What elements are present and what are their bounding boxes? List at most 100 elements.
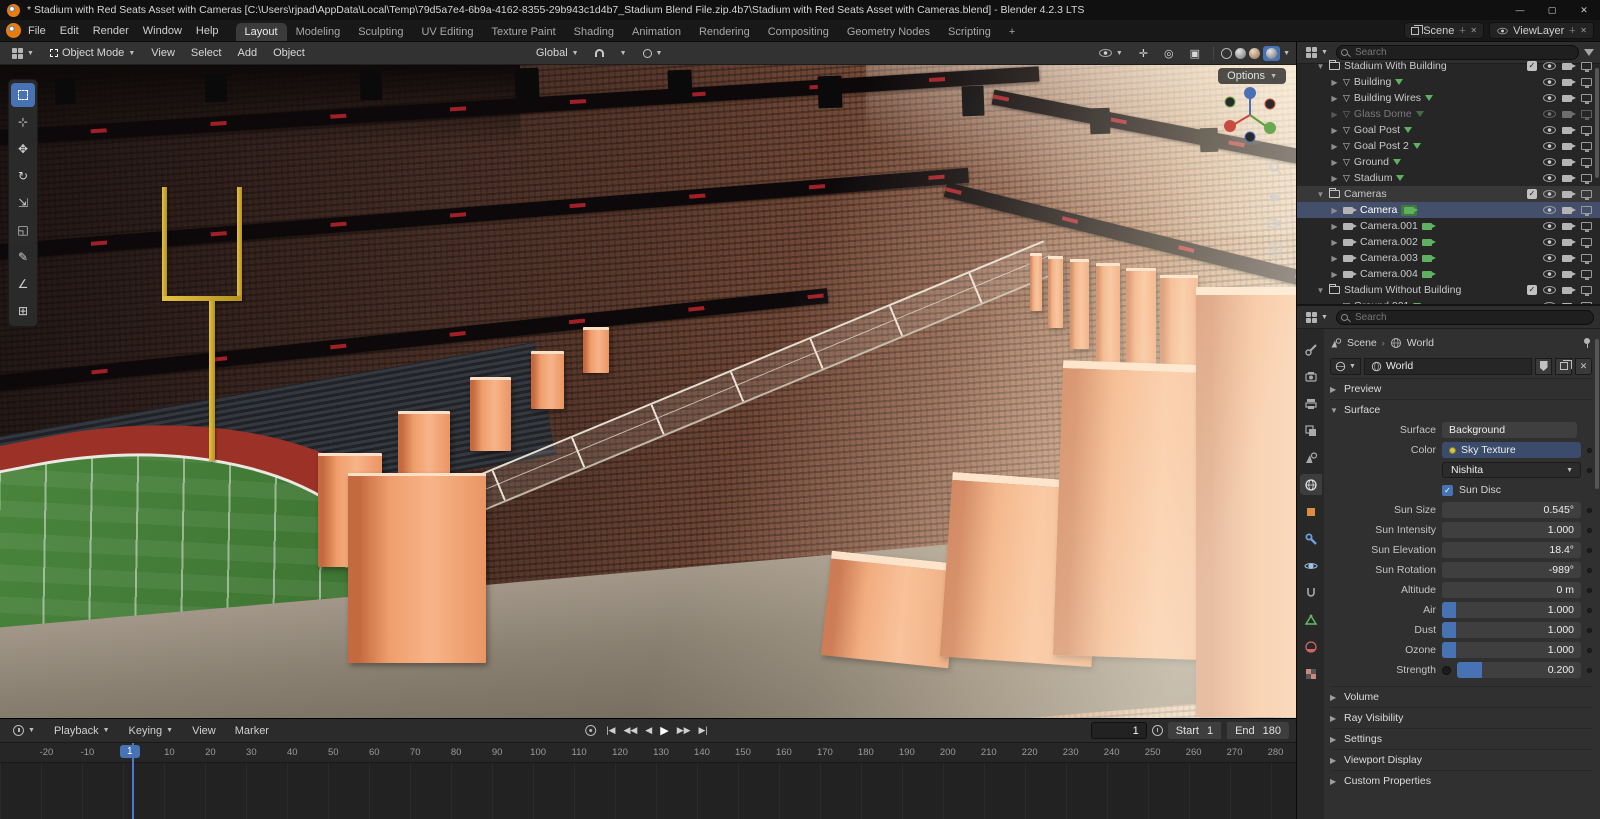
- tab-animation[interactable]: Animation: [623, 23, 690, 41]
- timeline-view-menu[interactable]: View: [186, 723, 222, 739]
- viewport-visibility-icon[interactable]: [1581, 158, 1592, 168]
- expand-chevron-icon[interactable]: ▼: [1316, 62, 1325, 71]
- tab-object-data[interactable]: [1300, 609, 1322, 630]
- properties-search-input[interactable]: [1335, 309, 1594, 325]
- sun-intensity-field[interactable]: 1.000: [1442, 522, 1581, 538]
- outliner-row-collection[interactable]: ▼ Stadium Without Building: [1297, 282, 1600, 298]
- tab-physics[interactable]: [1300, 555, 1322, 576]
- viewport-scene[interactable]: ⊹ ✥ ↻ ⇲ ◱ ✎ ∠ ⊞ Options ▼: [0, 65, 1296, 718]
- next-keyframe-button[interactable]: ▶▶: [674, 723, 694, 738]
- section-surface[interactable]: ▼ Surface: [1330, 399, 1592, 420]
- render-visibility-icon[interactable]: [1562, 126, 1576, 134]
- show-object-types-dropdown[interactable]: ▼: [1093, 47, 1129, 59]
- wireframe-shading-button[interactable]: [1221, 47, 1233, 59]
- editor-type-button[interactable]: ▼: [6, 46, 40, 61]
- outliner-row-mesh[interactable]: ▶ ▽ Stadium: [1297, 170, 1600, 186]
- expand-chevron-icon[interactable]: ▶: [1330, 238, 1339, 247]
- hide-eye-icon[interactable]: [1543, 254, 1556, 262]
- collection-checkbox[interactable]: [1527, 61, 1537, 71]
- render-visibility-icon[interactable]: [1562, 110, 1576, 118]
- outliner-row-camera[interactable]: ▶ Camera.001: [1297, 218, 1600, 234]
- proportional-editing-dropdown[interactable]: ▼: [637, 47, 669, 60]
- hide-eye-icon[interactable]: [1543, 222, 1556, 230]
- render-visibility-icon[interactable]: [1562, 302, 1576, 304]
- menu-render[interactable]: Render: [86, 23, 136, 39]
- render-visibility-icon[interactable]: [1562, 286, 1576, 294]
- outliner-row-mesh[interactable]: ▶ ▽ Building: [1297, 74, 1600, 90]
- hide-eye-icon[interactable]: [1543, 190, 1556, 198]
- outliner-item-label[interactable]: Camera.003: [1360, 252, 1418, 264]
- outliner-item-label[interactable]: Camera.002: [1360, 236, 1418, 248]
- material-preview-button[interactable]: [1249, 47, 1261, 59]
- viewlayer-selector[interactable]: ViewLayer ＋ ✕: [1489, 22, 1594, 39]
- render-visibility-icon[interactable]: [1562, 158, 1576, 166]
- select-menu[interactable]: Select: [185, 45, 228, 61]
- outliner-row-camera[interactable]: ▶ Camera.004: [1297, 266, 1600, 282]
- tab-constraints[interactable]: [1300, 582, 1322, 603]
- hide-eye-icon[interactable]: [1543, 62, 1556, 70]
- toggle-xray-button[interactable]: ▣: [1184, 45, 1206, 62]
- hide-eye-icon[interactable]: [1543, 110, 1556, 118]
- rotate-tool[interactable]: ↻: [11, 164, 35, 188]
- hide-eye-icon[interactable]: [1543, 142, 1556, 150]
- transform-orientation-dropdown[interactable]: Global ▼: [530, 45, 585, 61]
- animate-dot[interactable]: [1587, 627, 1592, 633]
- outliner-row-camera[interactable]: ▶ Camera.003: [1297, 250, 1600, 266]
- camera-view-icon[interactable]: [1267, 217, 1282, 232]
- breadcrumb-world[interactable]: World: [1407, 337, 1434, 349]
- color-node-button[interactable]: Sky Texture: [1442, 442, 1581, 458]
- viewport-visibility-icon[interactable]: [1581, 174, 1592, 184]
- outliner-item-label[interactable]: Camera: [1360, 204, 1397, 216]
- expand-chevron-icon[interactable]: ▶: [1330, 206, 1339, 215]
- jump-to-start-button[interactable]: |◀: [603, 723, 618, 738]
- expand-chevron-icon[interactable]: ▶: [1330, 158, 1339, 167]
- cursor-tool[interactable]: ⊹: [11, 110, 35, 134]
- snap-toggle[interactable]: [589, 47, 610, 59]
- viewport-visibility-icon[interactable]: [1581, 254, 1592, 264]
- hide-eye-icon[interactable]: [1543, 126, 1556, 134]
- solid-shading-button[interactable]: [1235, 47, 1247, 59]
- render-visibility-icon[interactable]: [1562, 222, 1576, 230]
- sky-model-dropdown[interactable]: Nishita ▼: [1442, 462, 1581, 478]
- add-workspace-button[interactable]: +: [1000, 23, 1024, 41]
- properties-editor-type-button[interactable]: ▼: [1303, 310, 1331, 325]
- select-box-tool[interactable]: [11, 83, 35, 107]
- outliner-item-label[interactable]: Building: [1354, 76, 1391, 88]
- expand-chevron-icon[interactable]: ▶: [1330, 302, 1339, 305]
- animate-dot[interactable]: [1587, 467, 1592, 473]
- fake-user-button[interactable]: [1535, 357, 1552, 375]
- viewport-visibility-icon[interactable]: [1581, 270, 1592, 280]
- timeline-body[interactable]: [0, 763, 1296, 819]
- tab-object[interactable]: [1300, 501, 1322, 522]
- render-visibility-icon[interactable]: [1562, 62, 1576, 70]
- viewport-visibility-icon[interactable]: [1581, 190, 1592, 200]
- timeline-track[interactable]: -20 -10 10 20 30 40 50 60 70 80 90 100 1…: [0, 743, 1296, 819]
- keying-menu[interactable]: Keying ▼: [123, 723, 180, 739]
- expand-chevron-icon[interactable]: ▶: [1330, 142, 1339, 151]
- section-volume[interactable]: ▶ Volume: [1330, 686, 1592, 707]
- collection-checkbox[interactable]: [1527, 189, 1537, 199]
- viewport-visibility-icon[interactable]: [1581, 110, 1592, 120]
- unlink-scene-icon[interactable]: ✕: [1470, 26, 1477, 35]
- expand-chevron-icon[interactable]: ▶: [1330, 94, 1339, 103]
- render-visibility-icon[interactable]: [1562, 190, 1576, 198]
- sun-rotation-field[interactable]: -989°: [1442, 562, 1581, 578]
- sun-disc-checkbox[interactable]: [1442, 484, 1453, 496]
- tab-scripting[interactable]: Scripting: [939, 23, 1000, 41]
- viewport-visibility-icon[interactable]: [1581, 142, 1592, 152]
- outliner-item-label[interactable]: Glass Dome: [1354, 108, 1412, 120]
- unlink-world-button[interactable]: ✕: [1575, 357, 1592, 375]
- tab-render[interactable]: [1300, 366, 1322, 387]
- expand-chevron-icon[interactable]: ▶: [1330, 254, 1339, 263]
- collection-checkbox[interactable]: [1527, 285, 1537, 295]
- hide-eye-icon[interactable]: [1543, 206, 1556, 214]
- viewport-visibility-icon[interactable]: [1581, 126, 1592, 136]
- viewport-visibility-icon[interactable]: [1581, 206, 1592, 216]
- expand-chevron-icon[interactable]: ▶: [1330, 110, 1339, 119]
- render-visibility-icon[interactable]: [1562, 238, 1576, 246]
- render-visibility-icon[interactable]: [1562, 270, 1576, 278]
- expand-chevron-icon[interactable]: ▼: [1316, 190, 1325, 199]
- properties-scrollbar[interactable]: [1595, 339, 1599, 489]
- animate-dot[interactable]: [1587, 587, 1592, 593]
- tab-geometry-nodes[interactable]: Geometry Nodes: [838, 23, 939, 41]
